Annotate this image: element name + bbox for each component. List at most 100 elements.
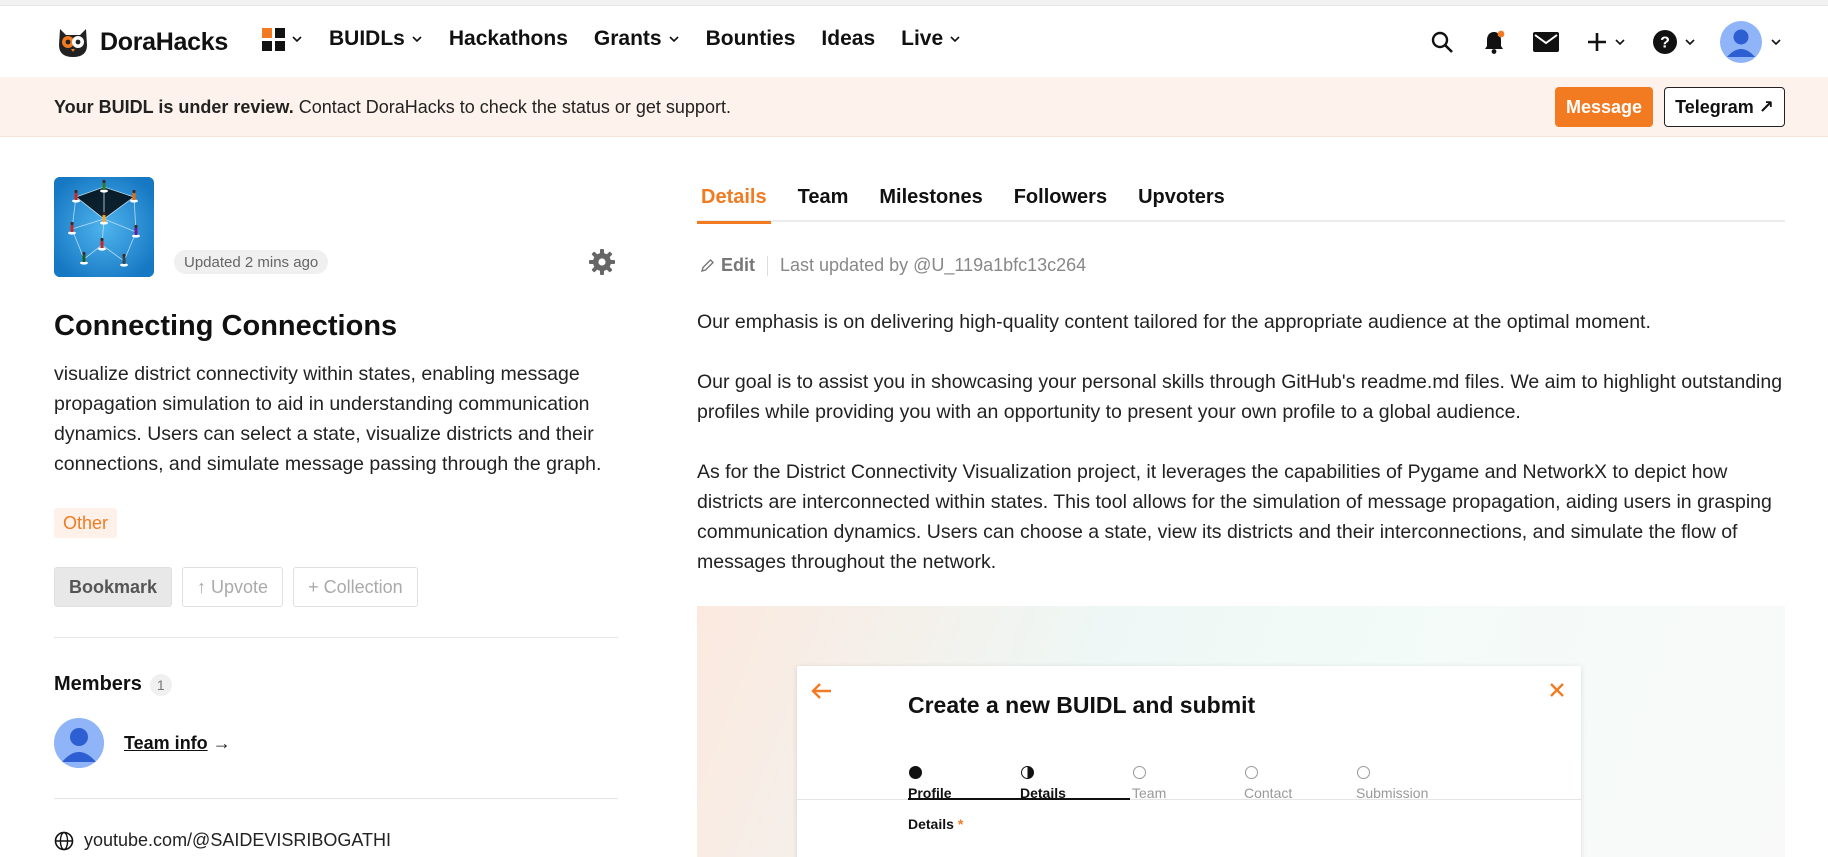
tab-followers[interactable]: Followers bbox=[1010, 186, 1111, 222]
half-circle-icon bbox=[1021, 766, 1034, 779]
step-submission: Submission bbox=[1356, 766, 1428, 801]
empty-circle-icon bbox=[1133, 766, 1146, 779]
details-paragraph: Our goal is to assist you in showcasing … bbox=[697, 371, 1783, 423]
project-thumbnail bbox=[54, 177, 154, 277]
team-info-link[interactable]: Team info → bbox=[124, 733, 231, 754]
dorahacks-logo[interactable]: DoraHacks bbox=[54, 25, 228, 59]
user-menu[interactable] bbox=[1720, 21, 1782, 63]
bookmark-button[interactable]: Bookmark bbox=[54, 567, 173, 607]
avatar[interactable] bbox=[54, 718, 104, 768]
mail-icon[interactable] bbox=[1532, 28, 1560, 56]
project-tabs: Details Team Milestones Followers Upvote… bbox=[697, 186, 1785, 224]
edit-bar: Edit Last updated by @U_119a1bfc13c264 bbox=[700, 255, 1086, 276]
create-menu[interactable] bbox=[1584, 28, 1628, 56]
empty-circle-icon bbox=[1357, 766, 1370, 779]
pencil-icon bbox=[700, 259, 714, 273]
chevron-down-icon bbox=[412, 36, 422, 43]
step-details: Details bbox=[1020, 766, 1066, 801]
members-heading-label: Members bbox=[54, 673, 142, 695]
project-description: visualize district connectivity within s… bbox=[54, 363, 602, 475]
review-banner: Your BUIDL is under review. Contact Dora… bbox=[0, 77, 1828, 137]
nav-actions: ? bbox=[1428, 21, 1782, 63]
dialog-title: Create a new BUIDL and submit bbox=[908, 692, 1256, 718]
tab-team[interactable]: Team bbox=[794, 186, 853, 222]
updated-badge: Updated 2 mins ago bbox=[174, 250, 329, 274]
nav-grants-label: Grants bbox=[593, 27, 662, 50]
divider bbox=[54, 637, 618, 638]
telegram-button[interactable]: Telegram ↗ bbox=[1664, 87, 1785, 127]
edit-label: Edit bbox=[721, 255, 755, 275]
last-updated-text: Last updated by @U_119a1bfc13c264 bbox=[780, 255, 1087, 275]
owl-logo-icon bbox=[54, 25, 92, 59]
details-field-label: Details * bbox=[908, 816, 963, 832]
details-paragraph: As for the District Connectivity Visuali… bbox=[697, 461, 1772, 573]
chevron-down-icon bbox=[1685, 39, 1695, 46]
main-menu: BUIDLs Hackathons Grants Bounties Ideas … bbox=[262, 27, 987, 51]
tab-upvoters[interactable]: Upvoters bbox=[1134, 186, 1229, 222]
help-icon: ? bbox=[1653, 30, 1677, 54]
apps-grid-icon bbox=[262, 27, 285, 51]
chevron-down-icon bbox=[669, 36, 679, 43]
upvote-button[interactable]: ↑ Upvote bbox=[182, 567, 284, 607]
apps-menu[interactable] bbox=[262, 27, 303, 51]
nav-grants[interactable]: Grants bbox=[594, 27, 680, 51]
step-label: Submission bbox=[1356, 785, 1429, 801]
nav-live[interactable]: Live bbox=[901, 27, 961, 51]
help-menu[interactable]: ? bbox=[1652, 28, 1696, 56]
category-tag[interactable]: Other bbox=[54, 508, 118, 538]
review-banner-text: Your BUIDL is under review. Contact Dora… bbox=[54, 97, 731, 118]
top-navbar: DoraHacks BUIDLs Hackathons Grants Bount… bbox=[0, 7, 1828, 77]
embedded-screenshot: Create a new BUIDL and submit Profile De… bbox=[697, 606, 1785, 857]
svg-text:?: ? bbox=[1660, 35, 1670, 52]
nav-hackathons[interactable]: Hackathons bbox=[449, 27, 568, 51]
globe-icon bbox=[54, 831, 74, 850]
review-status: Your BUIDL is under review. bbox=[54, 97, 294, 117]
step-team: Team bbox=[1132, 766, 1166, 801]
divider bbox=[54, 798, 618, 799]
stepper: Profile Details Team Contact Submission bbox=[797, 766, 1581, 801]
bell-icon[interactable] bbox=[1480, 28, 1508, 56]
website-link[interactable]: youtube.com/@SAIDEVISRIBOGATHI bbox=[54, 830, 391, 851]
create-buidl-dialog-image: Create a new BUIDL and submit Profile De… bbox=[797, 666, 1581, 857]
message-button[interactable]: Message bbox=[1555, 87, 1653, 127]
nav-ideas[interactable]: Ideas bbox=[821, 27, 875, 51]
project-actions: Bookmark ↑ Upvote + Collection bbox=[54, 567, 418, 607]
required-mark: * bbox=[957, 816, 964, 832]
brand-name: DoraHacks bbox=[100, 27, 228, 56]
empty-circle-icon bbox=[1245, 766, 1258, 779]
step-progress-underline bbox=[908, 798, 1130, 800]
search-icon[interactable] bbox=[1428, 28, 1456, 56]
browser-top-edge bbox=[0, 0, 1828, 6]
step-label: Team bbox=[1132, 785, 1167, 801]
field-label: Details bbox=[908, 816, 954, 832]
details-paragraph: Our emphasis is on delivering high-quali… bbox=[697, 311, 1651, 333]
nav-buidls-label: BUIDLs bbox=[329, 27, 405, 50]
edit-button[interactable]: Edit bbox=[700, 255, 755, 276]
step-label: Contact bbox=[1244, 785, 1293, 801]
nav-bounties[interactable]: Bounties bbox=[706, 27, 796, 51]
website-url: youtube.com/@SAIDEVISRIBOGATHI bbox=[84, 830, 392, 850]
nav-bounties-label: Bounties bbox=[705, 27, 796, 50]
gear-icon[interactable] bbox=[588, 248, 616, 276]
chevron-down-icon bbox=[1771, 39, 1781, 46]
nav-buidls[interactable]: BUIDLs bbox=[329, 27, 423, 51]
arrow-left-icon bbox=[811, 683, 831, 699]
tab-details[interactable]: Details bbox=[697, 186, 771, 224]
add-collection-button[interactable]: + Collection bbox=[293, 567, 418, 607]
step-contact: Contact bbox=[1244, 766, 1292, 801]
chevron-down-icon bbox=[292, 36, 302, 43]
user-avatar bbox=[1720, 21, 1762, 63]
check-circle-icon bbox=[909, 766, 922, 779]
plus-icon bbox=[1588, 33, 1606, 51]
team-info-label: Team info bbox=[124, 733, 208, 753]
close-icon bbox=[1550, 683, 1564, 697]
nav-hackathons-label: Hackathons bbox=[448, 27, 568, 50]
members-heading: Members 1 bbox=[54, 673, 172, 696]
step-profile: Profile bbox=[908, 766, 952, 801]
review-help-text: Contact DoraHacks to check the status or… bbox=[293, 97, 731, 117]
tab-milestones[interactable]: Milestones bbox=[875, 186, 986, 222]
chevron-down-icon bbox=[950, 36, 960, 43]
separator bbox=[767, 255, 768, 276]
arrow-right-icon: → bbox=[212, 733, 231, 753]
details-content: Our emphasis is on delivering high-quali… bbox=[697, 307, 1787, 607]
